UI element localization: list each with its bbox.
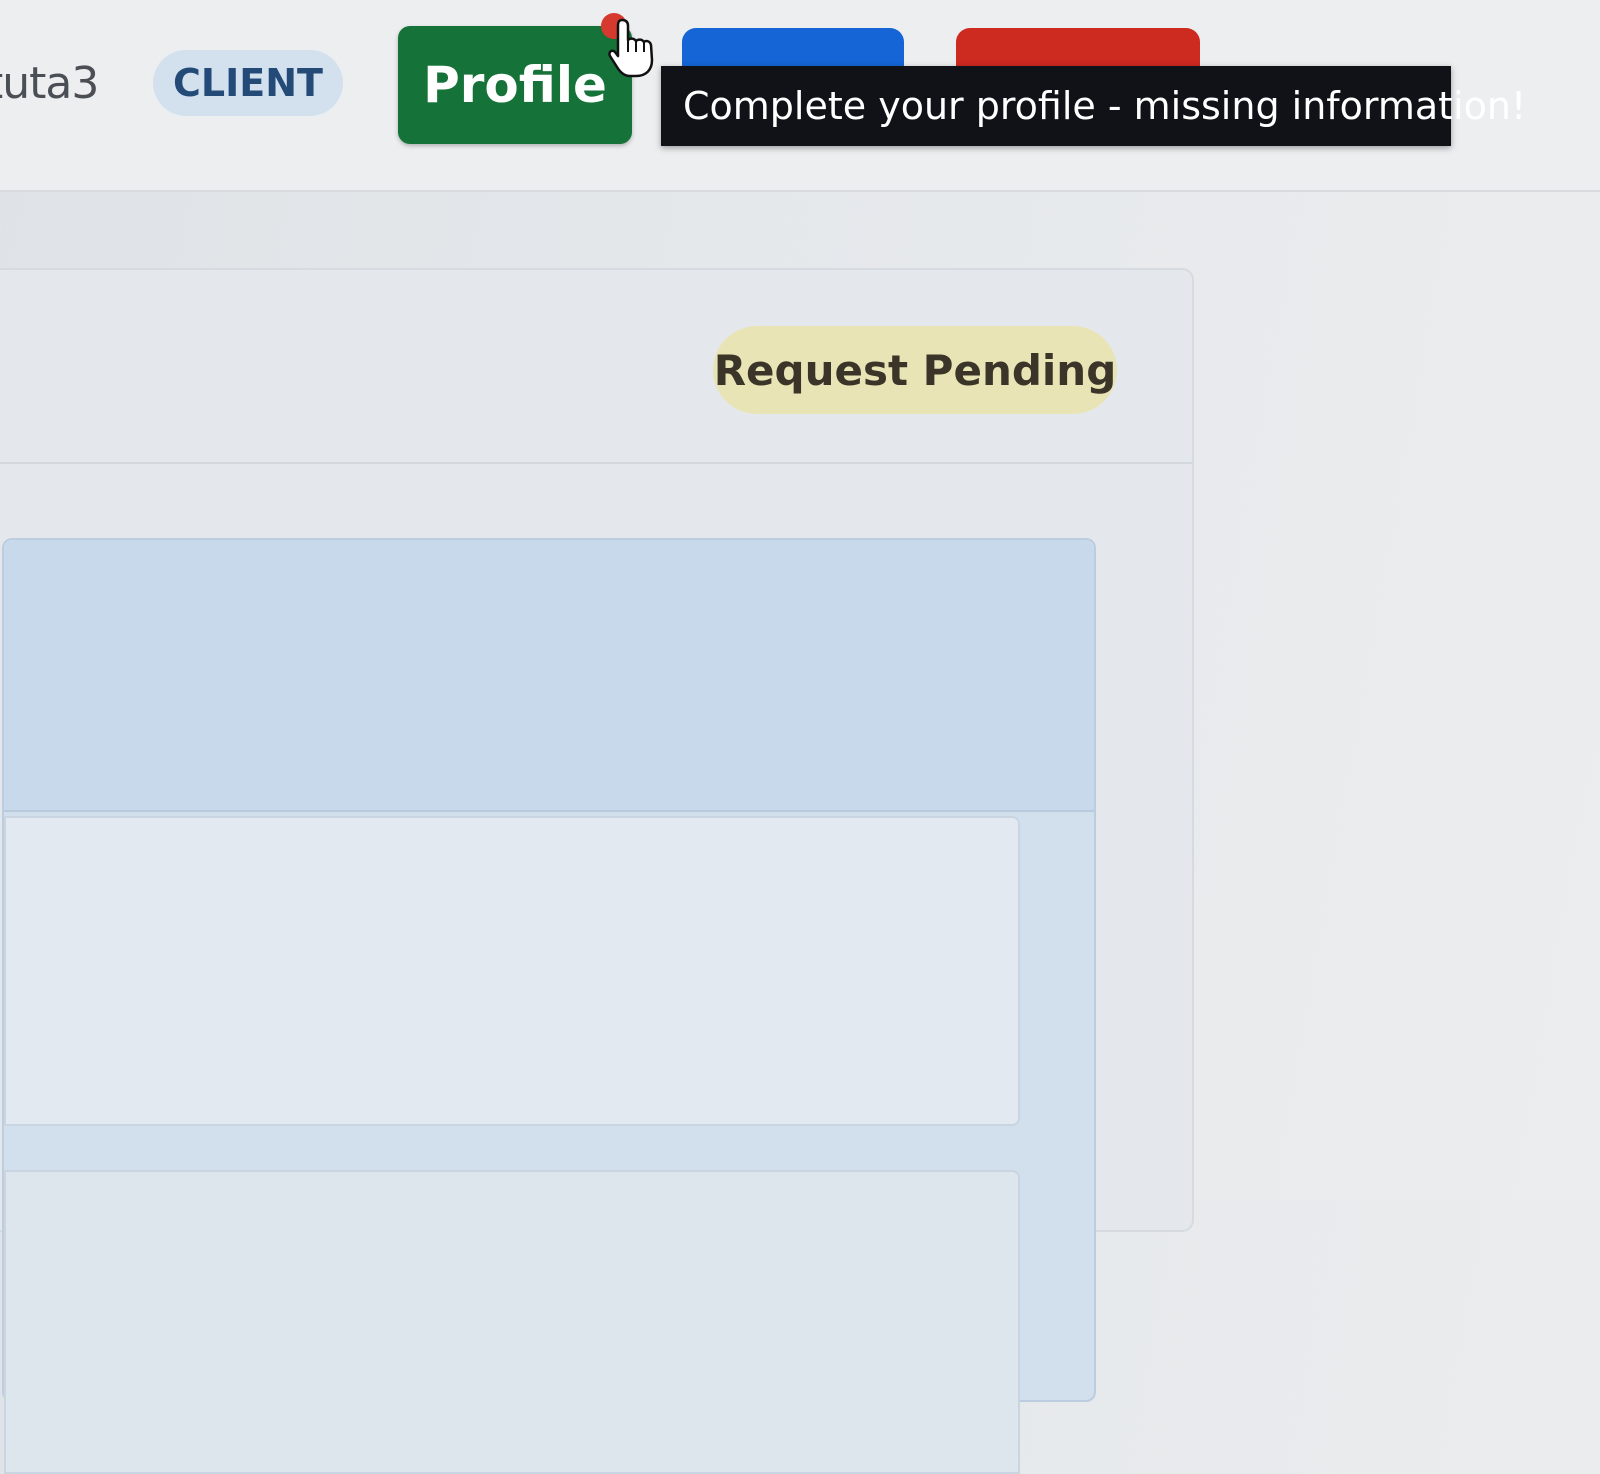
top-navbar: tuta3 CLIENT Profile Complete your profi… [0, 0, 1600, 192]
role-badge: CLIENT [153, 50, 343, 116]
details-box-secondary [4, 1170, 1020, 1474]
profile-tooltip: Complete your profile - missing informat… [661, 66, 1526, 146]
request-card: Request Pending [0, 268, 1194, 1474]
card-header: Request Pending [0, 270, 1192, 464]
info-panel-header [4, 540, 1094, 812]
details-box [4, 816, 1020, 1126]
profile-button[interactable]: Profile [398, 26, 632, 144]
hand-pointer-icon [601, 13, 654, 78]
username-label: tuta3 [0, 58, 99, 109]
info-panel [2, 538, 1096, 1474]
status-badge: Request Pending [713, 326, 1117, 414]
